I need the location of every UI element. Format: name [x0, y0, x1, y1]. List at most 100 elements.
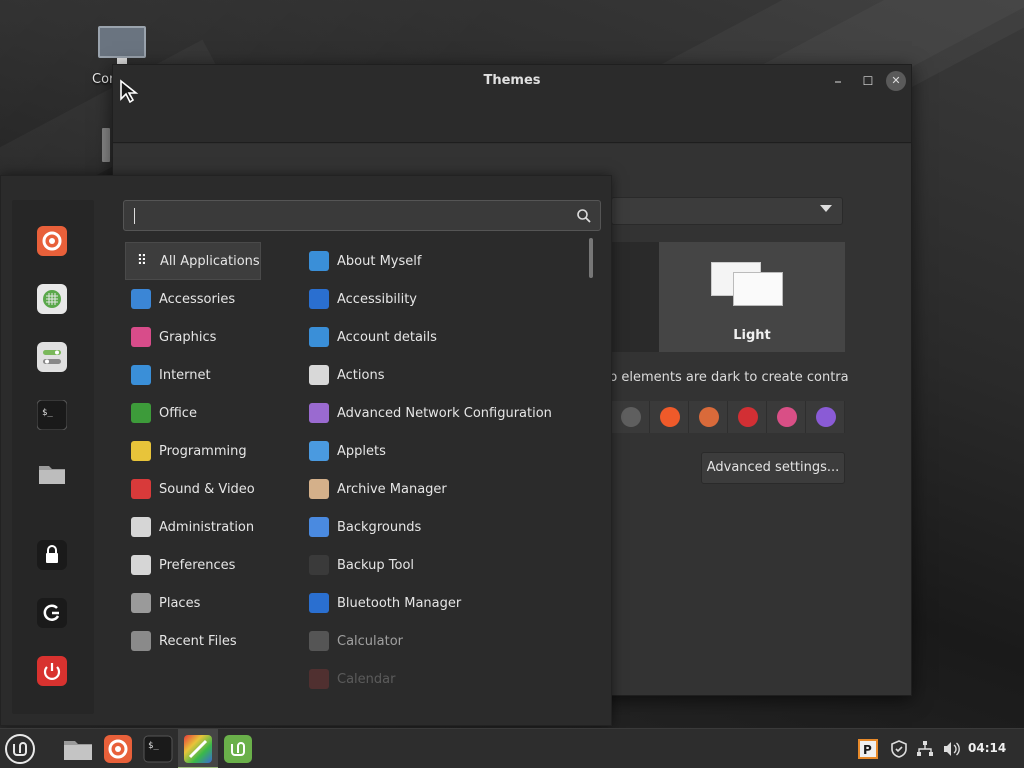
admin-icon: [131, 517, 151, 537]
accent-swatch[interactable]: [611, 401, 650, 433]
play-icon: [131, 479, 151, 499]
light-preview-icon: [733, 272, 783, 306]
menu-item[interactable]: ⠿ All Applications: [125, 242, 261, 280]
menu-item[interactable]: Sound & Video: [125, 470, 295, 508]
menu-item[interactable]: Advanced Network Configuration: [303, 394, 583, 432]
menu-item-label: Backgrounds: [337, 519, 422, 535]
computer-icon[interactable]: [98, 26, 146, 58]
color-dot-icon: [699, 407, 719, 427]
menu-item[interactable]: Archive Manager: [303, 470, 583, 508]
menu-item[interactable]: Accessories: [125, 280, 295, 318]
files-folder-icon[interactable]: [37, 458, 67, 488]
menu-item-label: Administration: [159, 519, 255, 535]
update-manager-icon[interactable]: P: [858, 739, 878, 759]
desktop-icon-partial[interactable]: [102, 128, 110, 162]
files-folder-icon[interactable]: [62, 733, 94, 765]
menu-item[interactable]: Backgrounds: [303, 508, 583, 546]
recent-folder-icon: [131, 631, 151, 651]
search-input[interactable]: [123, 200, 601, 231]
menu-item[interactable]: About Myself: [303, 242, 583, 280]
firefox-icon[interactable]: [37, 226, 67, 256]
menu-item-label: Advanced Network Configuration: [337, 405, 552, 421]
menu-item[interactable]: Internet: [125, 356, 295, 394]
software-manager-icon[interactable]: [222, 733, 254, 765]
accent-swatch[interactable]: [728, 401, 767, 433]
shield-icon[interactable]: [889, 739, 909, 759]
accessibility-icon: [309, 289, 329, 309]
minimize-button[interactable]: ⎯: [828, 71, 848, 91]
accent-swatch[interactable]: [689, 401, 728, 433]
menu-item-label: Calculator: [337, 633, 404, 649]
grid-icon: ⠿: [132, 251, 152, 271]
menu-item-label: Calendar: [337, 671, 396, 687]
themes-app-icon[interactable]: [182, 733, 214, 765]
menu-item-label: Accessories: [159, 291, 236, 307]
application-list-scrollbar[interactable]: [589, 238, 593, 278]
menu-item-label: Accessibility: [337, 291, 417, 307]
bluetooth-icon: [309, 593, 329, 613]
software-manager-icon[interactable]: [37, 284, 67, 314]
menu-item[interactable]: Accessibility: [303, 280, 583, 318]
menu-item[interactable]: Graphics: [125, 318, 295, 356]
menu-item-label: Programming: [159, 443, 247, 459]
network-config-icon: [309, 403, 329, 423]
network-icon[interactable]: [915, 739, 935, 759]
lock-icon[interactable]: [37, 540, 67, 570]
menu-item[interactable]: Calendar: [303, 660, 583, 692]
menu-item[interactable]: Recent Files: [125, 622, 295, 660]
menu-item[interactable]: Programming: [125, 432, 295, 470]
svg-text:$_: $_: [148, 741, 159, 751]
menu-item-label: Sound & Video: [159, 481, 255, 497]
menu-item[interactable]: Administration: [125, 508, 295, 546]
menu-item-label: Applets: [337, 443, 386, 459]
volume-icon[interactable]: [941, 739, 961, 759]
logout-icon[interactable]: [37, 598, 67, 628]
backgrounds-icon: [309, 517, 329, 537]
menu-item[interactable]: Backup Tool: [303, 546, 583, 584]
text-caret: [134, 208, 135, 224]
theme-dropdown[interactable]: [611, 197, 843, 225]
accent-color-swatches: [611, 401, 845, 433]
accent-swatch[interactable]: [650, 401, 689, 433]
menu-item-label: Recent Files: [159, 633, 237, 649]
menu-item[interactable]: Bluetooth Manager: [303, 584, 583, 622]
settings-toggle-icon[interactable]: [37, 342, 67, 372]
cloud-icon: [131, 365, 151, 385]
color-dot-icon: [621, 407, 641, 427]
terminal-icon[interactable]: $_: [36, 399, 68, 431]
menu-item[interactable]: Account details: [303, 318, 583, 356]
theme-option-light[interactable]: Light: [659, 242, 845, 352]
clock[interactable]: 04:14: [968, 741, 1006, 755]
menu-item[interactable]: Places: [125, 584, 295, 622]
menu-item[interactable]: Actions: [303, 356, 583, 394]
terminal-icon[interactable]: $_: [142, 733, 174, 765]
mint-menu-icon[interactable]: [4, 733, 36, 765]
close-button[interactable]: ✕: [886, 71, 906, 91]
menu-item-label: Account details: [337, 329, 437, 345]
menu-item[interactable]: Preferences: [125, 546, 295, 584]
person-icon: [309, 251, 329, 271]
theme-option-dark[interactable]: [611, 242, 659, 352]
firefox-icon[interactable]: [102, 733, 134, 765]
power-icon[interactable]: [37, 656, 67, 686]
menu-item[interactable]: Calculator: [303, 622, 583, 660]
menu-item-label: Office: [159, 405, 197, 421]
taskbar: $_ P 04:14: [0, 728, 1024, 768]
accent-swatch[interactable]: [767, 401, 806, 433]
maximize-button[interactable]: ☐: [858, 71, 878, 91]
category-list: ⠿ All Applications Accessories Graphics Inte…: [125, 242, 295, 660]
window-title: Themes: [483, 73, 541, 88]
svg-text:$_: $_: [42, 408, 53, 418]
advanced-settings-button[interactable]: Advanced settings...: [701, 452, 845, 484]
calculator-icon: [309, 631, 329, 651]
application-menu: $_ ⠿ All Applications Accessories Graphics I…: [0, 175, 612, 726]
menu-item[interactable]: Office: [125, 394, 295, 432]
accent-swatch[interactable]: [806, 401, 845, 433]
favorites-bar: $_: [12, 200, 94, 714]
menu-item-label: All Applications: [160, 253, 260, 269]
window-titlebar[interactable]: Themes ⎯ ☐ ✕: [113, 65, 911, 143]
search-icon[interactable]: [576, 208, 592, 224]
mouse-cursor-icon: [120, 79, 139, 103]
svg-text:P: P: [863, 743, 872, 757]
menu-item[interactable]: Applets: [303, 432, 583, 470]
